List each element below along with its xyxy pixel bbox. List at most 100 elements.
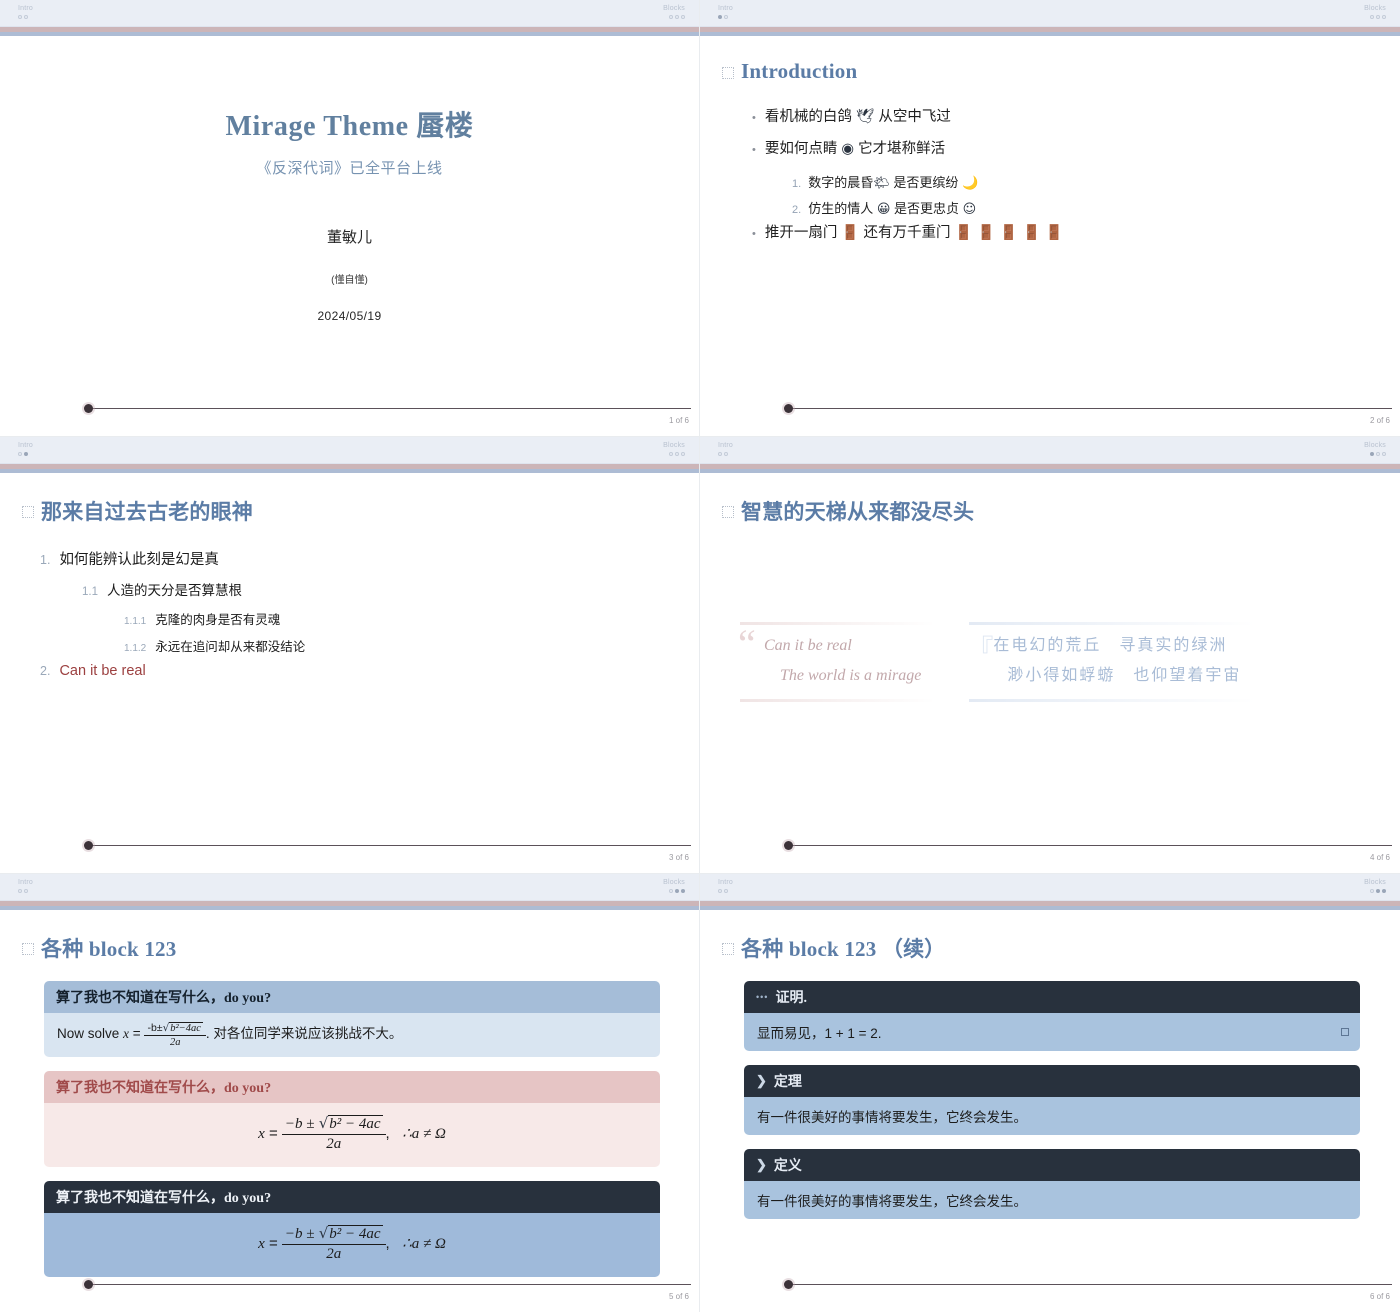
nav-dot-active[interactable] (1376, 889, 1380, 893)
slide-body: 智慧的天梯从来都没尽头 “ Can it be real The world i… (700, 473, 1400, 831)
slide-footer: 1 of 6 (0, 394, 699, 436)
nav-dots-intro (18, 889, 33, 893)
presentation-title: Mirage Theme 蜃楼 (225, 111, 474, 142)
progress-track[interactable] (88, 845, 691, 846)
eye-icon: ◉ (841, 141, 855, 157)
quote-block-chinese: 『 在电幻的荒丘 寻真实的绿洲 渺小得如蜉蝣 也仰望着宇宙 (967, 622, 1256, 702)
progress-track[interactable] (88, 408, 691, 409)
chevron-right-icon: ❯ (756, 1073, 767, 1088)
nav-dots-blocks (663, 15, 685, 19)
sub-list-number: 1. (792, 178, 802, 190)
nav-dot[interactable] (724, 889, 728, 893)
math-denominator: 2a (169, 1037, 181, 1048)
nav-section-blocks[interactable]: Blocks (1364, 441, 1386, 456)
nav-dot-active[interactable] (1382, 889, 1386, 893)
slide-grid: Intro Blocks Mirage Theme 蜃楼 《反深代词》已全平台上… (0, 0, 1400, 1312)
progress-handle[interactable] (84, 404, 93, 413)
math-fraction: −b ± √b² − 4ac 2a (281, 1114, 386, 1153)
progress-handle[interactable] (84, 1280, 93, 1289)
nav-dot[interactable] (24, 889, 28, 893)
progress-handle[interactable] (84, 841, 93, 850)
nav-section-intro[interactable]: Intro (18, 4, 33, 19)
slide-title[interactable]: Intro Blocks Mirage Theme 蜃楼 《反深代词》已全平台上… (0, 0, 700, 437)
sub-list-item: 1. 数字的晨昏🌤 是否更缤纷 🌙 (792, 172, 1400, 191)
nav-dot[interactable] (1382, 15, 1386, 19)
nav-dot-active[interactable] (24, 452, 28, 456)
nav-dot[interactable] (675, 15, 679, 19)
nav-dot[interactable] (669, 889, 673, 893)
nav-dot[interactable] (724, 452, 728, 456)
outline-number: 1.1.1 (124, 616, 147, 627)
progress-handle[interactable] (784, 1280, 793, 1289)
nav-section-intro-label: Intro (718, 879, 734, 886)
author-name: 董敏儿 (326, 229, 372, 246)
page-number: 2 of 6 (1369, 416, 1390, 425)
slide-heading: Introduction (722, 59, 1400, 84)
nav-dot[interactable] (718, 452, 722, 456)
progress-handle[interactable] (784, 841, 793, 850)
nav-dot[interactable] (669, 15, 673, 19)
slide-quotes[interactable]: Intro Blocks 智慧的天梯从来都没尽头 “ Can it be rea… (700, 437, 1400, 874)
nav-section-blocks[interactable]: Blocks (1364, 878, 1386, 893)
nav-dot[interactable] (669, 452, 673, 456)
nav-section-blocks[interactable]: Blocks (1364, 4, 1386, 19)
math-comma: , (385, 1235, 390, 1253)
nav-dot-active[interactable] (681, 889, 685, 893)
progress-track[interactable] (788, 845, 1392, 846)
nav-section-blocks[interactable]: Blocks (663, 441, 685, 456)
qed-square-icon (1341, 1028, 1349, 1036)
nav-dot[interactable] (1376, 452, 1380, 456)
nav-dot[interactable] (1370, 15, 1374, 19)
progress-track[interactable] (88, 1284, 691, 1285)
block-body: Now solve x = -b±√b²−4ac 2a . 对各位同学来说应该挑… (44, 1013, 660, 1057)
outline-text: Can it be real (59, 663, 146, 679)
progress-track[interactable] (788, 408, 1392, 409)
nav-dots-intro (18, 15, 33, 19)
outline-number: 2. (40, 664, 51, 678)
nav-dot[interactable] (681, 15, 685, 19)
slide-body: 各种 block 123 （续） ••• 证明. 显而易见，1 + 1 = 2. (700, 910, 1400, 1270)
slide-introduction[interactable]: Intro Blocks Introduction • 看机械的白鸽 🕊 从空中… (700, 0, 1400, 437)
nav-section-blocks-label: Blocks (663, 442, 685, 449)
nav-section-intro[interactable]: Intro (718, 878, 733, 893)
nav-section-intro[interactable]: Intro (718, 441, 733, 456)
nav-dot[interactable] (18, 15, 22, 19)
progress-handle[interactable] (784, 404, 793, 413)
block-header: 算了我也不知道在写什么，do you? (44, 1071, 660, 1103)
nav-section-blocks[interactable]: Blocks (663, 878, 685, 893)
nav-section-intro[interactable]: Intro (718, 4, 733, 19)
nav-dot-active[interactable] (1370, 452, 1374, 456)
nav-dot[interactable] (1370, 889, 1374, 893)
quote-line: Can it be real (764, 637, 852, 654)
slide-blocks-1[interactable]: Intro Blocks 各种 block 123 算了我也不知道在写什么，do… (0, 874, 700, 1312)
nav-dot[interactable] (681, 452, 685, 456)
nav-dot[interactable] (1382, 452, 1386, 456)
slide-blocks-2[interactable]: Intro Blocks 各种 block 123 （续） ••• 证明. 显而… (700, 874, 1400, 1312)
nav-section-intro-label: Intro (18, 442, 34, 449)
nav-section-intro[interactable]: Intro (18, 441, 33, 456)
nav-dots-blocks (1364, 452, 1386, 456)
nav-dot[interactable] (1376, 15, 1380, 19)
nav-dot[interactable] (18, 452, 22, 456)
nav-section-intro-label: Intro (18, 5, 34, 12)
nav-dot[interactable] (24, 15, 28, 19)
dots-icon: ••• (756, 992, 769, 1002)
nav-dot[interactable] (18, 889, 22, 893)
math-therefore: ∴a ≠ Ω (402, 1126, 446, 1143)
nav-section-intro[interactable]: Intro (18, 878, 33, 893)
nav-dot-active[interactable] (718, 15, 722, 19)
dove-icon: 🕊 (855, 109, 875, 125)
list-item-text: 推开一扇门 🚪 还有万千重门 🚪 🚪 🚪 🚪 🚪 (764, 225, 1064, 241)
slide-navbar: Intro Blocks (700, 0, 1400, 27)
progress-track[interactable] (788, 1284, 1392, 1285)
nav-dot[interactable] (675, 452, 679, 456)
sun-cloud-icon: 🌤 (873, 176, 890, 191)
nav-section-blocks[interactable]: Blocks (663, 4, 685, 19)
block-body: 有一件很美好的事情将要发生，它终会发生。 (744, 1097, 1360, 1135)
nav-dot[interactable] (718, 889, 722, 893)
block-body-text: 显而易见，1 + 1 = 2. (757, 1026, 882, 1041)
slide-outline[interactable]: Intro Blocks 那来自过去古老的眼神 1. 如何能辨认此刻是幻是真 1… (0, 437, 700, 874)
outline-text: 永远在追问却从来都没结论 (155, 640, 306, 654)
nav-dot[interactable] (724, 15, 728, 19)
nav-dot-active[interactable] (675, 889, 679, 893)
